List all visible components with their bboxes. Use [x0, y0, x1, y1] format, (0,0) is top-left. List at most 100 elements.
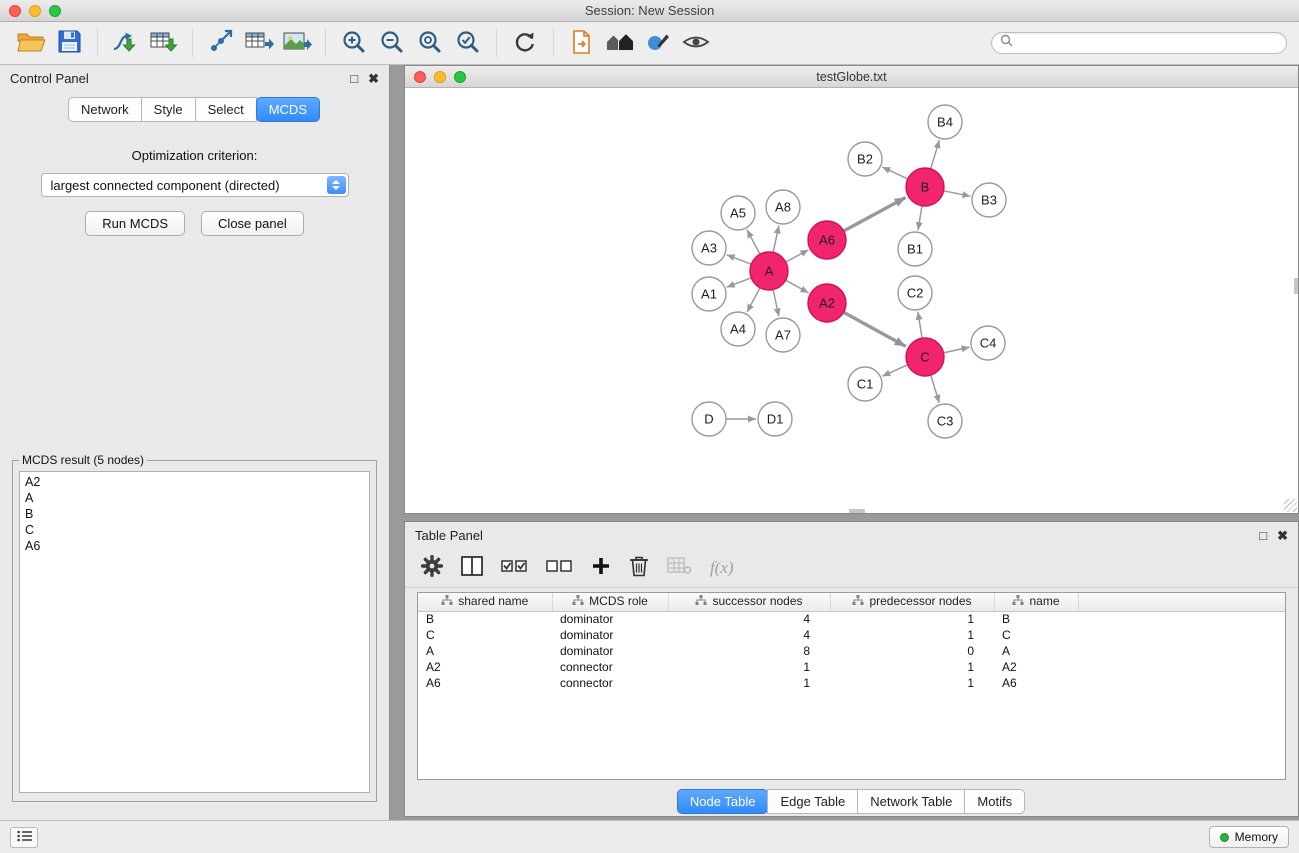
- refresh-button[interactable]: [506, 25, 544, 61]
- search-input[interactable]: [1018, 36, 1278, 50]
- zoom-selected-button[interactable]: [449, 25, 487, 61]
- save-session-button[interactable]: [50, 25, 88, 61]
- graph-node-C[interactable]: C: [906, 338, 944, 376]
- graph-node-D[interactable]: D: [692, 402, 726, 436]
- mcds-result-item[interactable]: A2: [25, 474, 364, 490]
- graph-edge-A-A6[interactable]: [786, 250, 809, 262]
- open-session-button[interactable]: [12, 25, 50, 61]
- tab-mcds[interactable]: MCDS: [256, 97, 320, 122]
- column-header-predecessor-nodes[interactable]: predecessor nodes: [830, 593, 994, 611]
- show-hide-button[interactable]: [677, 25, 715, 61]
- tab-network-table[interactable]: Network Table: [857, 789, 965, 814]
- graph-node-B1[interactable]: B1: [898, 232, 932, 266]
- network-window-titlebar[interactable]: testGlobe.txt: [405, 66, 1298, 88]
- add-column-button[interactable]: [591, 553, 611, 583]
- float-panel-icon[interactable]: □: [350, 72, 358, 85]
- graph-edge-C-C2[interactable]: [918, 312, 922, 338]
- graph-edge-B-B2[interactable]: [882, 167, 908, 179]
- close-panel-icon[interactable]: ✖: [368, 72, 379, 85]
- titlebar[interactable]: Session: New Session: [0, 0, 1299, 22]
- close-panel-button[interactable]: Close panel: [201, 211, 304, 236]
- mcds-result-item[interactable]: A: [25, 490, 364, 506]
- tab-motifs[interactable]: Motifs: [964, 789, 1025, 814]
- table-row[interactable]: A2connector11A2: [418, 659, 1285, 675]
- zoom-network-window-button[interactable]: [454, 71, 466, 83]
- zoom-fit-button[interactable]: [411, 25, 449, 61]
- task-history-button[interactable]: [10, 827, 38, 848]
- graph-edge-C-C4[interactable]: [944, 347, 970, 353]
- delete-column-button[interactable]: [629, 553, 649, 583]
- column-header-MCDS-role[interactable]: MCDS role: [552, 593, 668, 611]
- tab-style[interactable]: Style: [141, 97, 196, 122]
- graph-node-A4[interactable]: A4: [721, 312, 755, 346]
- graph-node-A3[interactable]: A3: [692, 231, 726, 265]
- close-network-window-button[interactable]: [414, 71, 426, 83]
- graph-node-A6[interactable]: A6: [808, 221, 846, 259]
- graph-edge-A-A5[interactable]: [747, 230, 760, 254]
- delete-table-button[interactable]: [667, 553, 692, 583]
- graph-edge-B-B1[interactable]: [918, 206, 922, 230]
- float-table-panel-icon[interactable]: □: [1259, 529, 1267, 542]
- export-network-button[interactable]: [202, 25, 240, 61]
- document-arrow-button[interactable]: [563, 25, 601, 61]
- table-row[interactable]: A6connector11A6: [418, 675, 1285, 691]
- graph-edge-A2-C[interactable]: [844, 312, 906, 346]
- mcds-result-list[interactable]: A2ABCA6: [19, 471, 370, 793]
- network-canvas[interactable]: B4B2BB3B1A5A8A6A3AA1A2A4A7C2C1CC4C3DD1: [405, 88, 1298, 513]
- mcds-result-item[interactable]: B: [25, 506, 364, 522]
- zoom-out-button[interactable]: [373, 25, 411, 61]
- column-header-successor-nodes[interactable]: successor nodes: [668, 593, 830, 611]
- table-settings-button[interactable]: [421, 553, 443, 583]
- vertical-scrollbar[interactable]: [1294, 278, 1298, 294]
- style-button[interactable]: [639, 25, 677, 61]
- unselect-all-button[interactable]: [546, 553, 573, 583]
- graph-edge-B-B3[interactable]: [944, 191, 971, 196]
- graph-node-A7[interactable]: A7: [766, 318, 800, 352]
- tab-node-table[interactable]: Node Table: [677, 789, 769, 814]
- graph-node-C1[interactable]: C1: [848, 367, 882, 401]
- close-table-panel-icon[interactable]: ✖: [1277, 529, 1288, 542]
- table-row[interactable]: Cdominator41C: [418, 627, 1285, 643]
- search-box[interactable]: [991, 32, 1287, 54]
- export-image-button[interactable]: [278, 25, 316, 61]
- graph-edge-A-A3[interactable]: [727, 255, 752, 264]
- close-window-button[interactable]: [9, 5, 21, 17]
- memory-button[interactable]: Memory: [1209, 826, 1289, 848]
- import-network-button[interactable]: [107, 25, 145, 61]
- function-builder-button[interactable]: f(x): [710, 553, 734, 583]
- graph-node-C4[interactable]: C4: [971, 326, 1005, 360]
- column-header-shared-name[interactable]: shared name: [418, 593, 552, 611]
- graph-edge-B-B4[interactable]: [931, 140, 940, 169]
- graph-node-A8[interactable]: A8: [766, 190, 800, 224]
- graph-edge-A-A2[interactable]: [786, 280, 809, 293]
- mcds-result-item[interactable]: A6: [25, 538, 364, 554]
- resize-grip[interactable]: [1284, 499, 1297, 512]
- mcds-result-item[interactable]: C: [25, 522, 364, 538]
- graph-edge-A6-B[interactable]: [844, 198, 906, 232]
- graph-edge-C-C1[interactable]: [882, 365, 907, 376]
- tab-network[interactable]: Network: [68, 97, 142, 122]
- table-row[interactable]: Adominator80A: [418, 643, 1285, 659]
- graph-edge-A-A7[interactable]: [773, 290, 779, 317]
- export-table-button[interactable]: [240, 25, 278, 61]
- run-mcds-button[interactable]: Run MCDS: [85, 211, 185, 236]
- column-header-name[interactable]: name: [994, 593, 1078, 611]
- graph-node-D1[interactable]: D1: [758, 402, 792, 436]
- tab-edge-table[interactable]: Edge Table: [767, 789, 858, 814]
- zoom-window-button[interactable]: [49, 5, 61, 17]
- node-table-container[interactable]: shared nameMCDS rolesuccessor nodesprede…: [417, 592, 1286, 780]
- graph-edge-C-C3[interactable]: [931, 375, 940, 403]
- table-row[interactable]: Bdominator41B: [418, 611, 1285, 627]
- graph-node-C3[interactable]: C3: [928, 404, 962, 438]
- graph-node-B3[interactable]: B3: [972, 183, 1006, 217]
- horizontal-scrollbar[interactable]: [849, 509, 865, 513]
- tab-select[interactable]: Select: [195, 97, 257, 122]
- show-columns-button[interactable]: [461, 553, 483, 583]
- minimize-network-window-button[interactable]: [434, 71, 446, 83]
- graph-edge-A-A8[interactable]: [773, 226, 779, 253]
- minimize-window-button[interactable]: [29, 5, 41, 17]
- graph-node-A1[interactable]: A1: [692, 277, 726, 311]
- graph-node-B4[interactable]: B4: [928, 105, 962, 139]
- import-table-button[interactable]: [145, 25, 183, 61]
- select-all-button[interactable]: [501, 553, 528, 583]
